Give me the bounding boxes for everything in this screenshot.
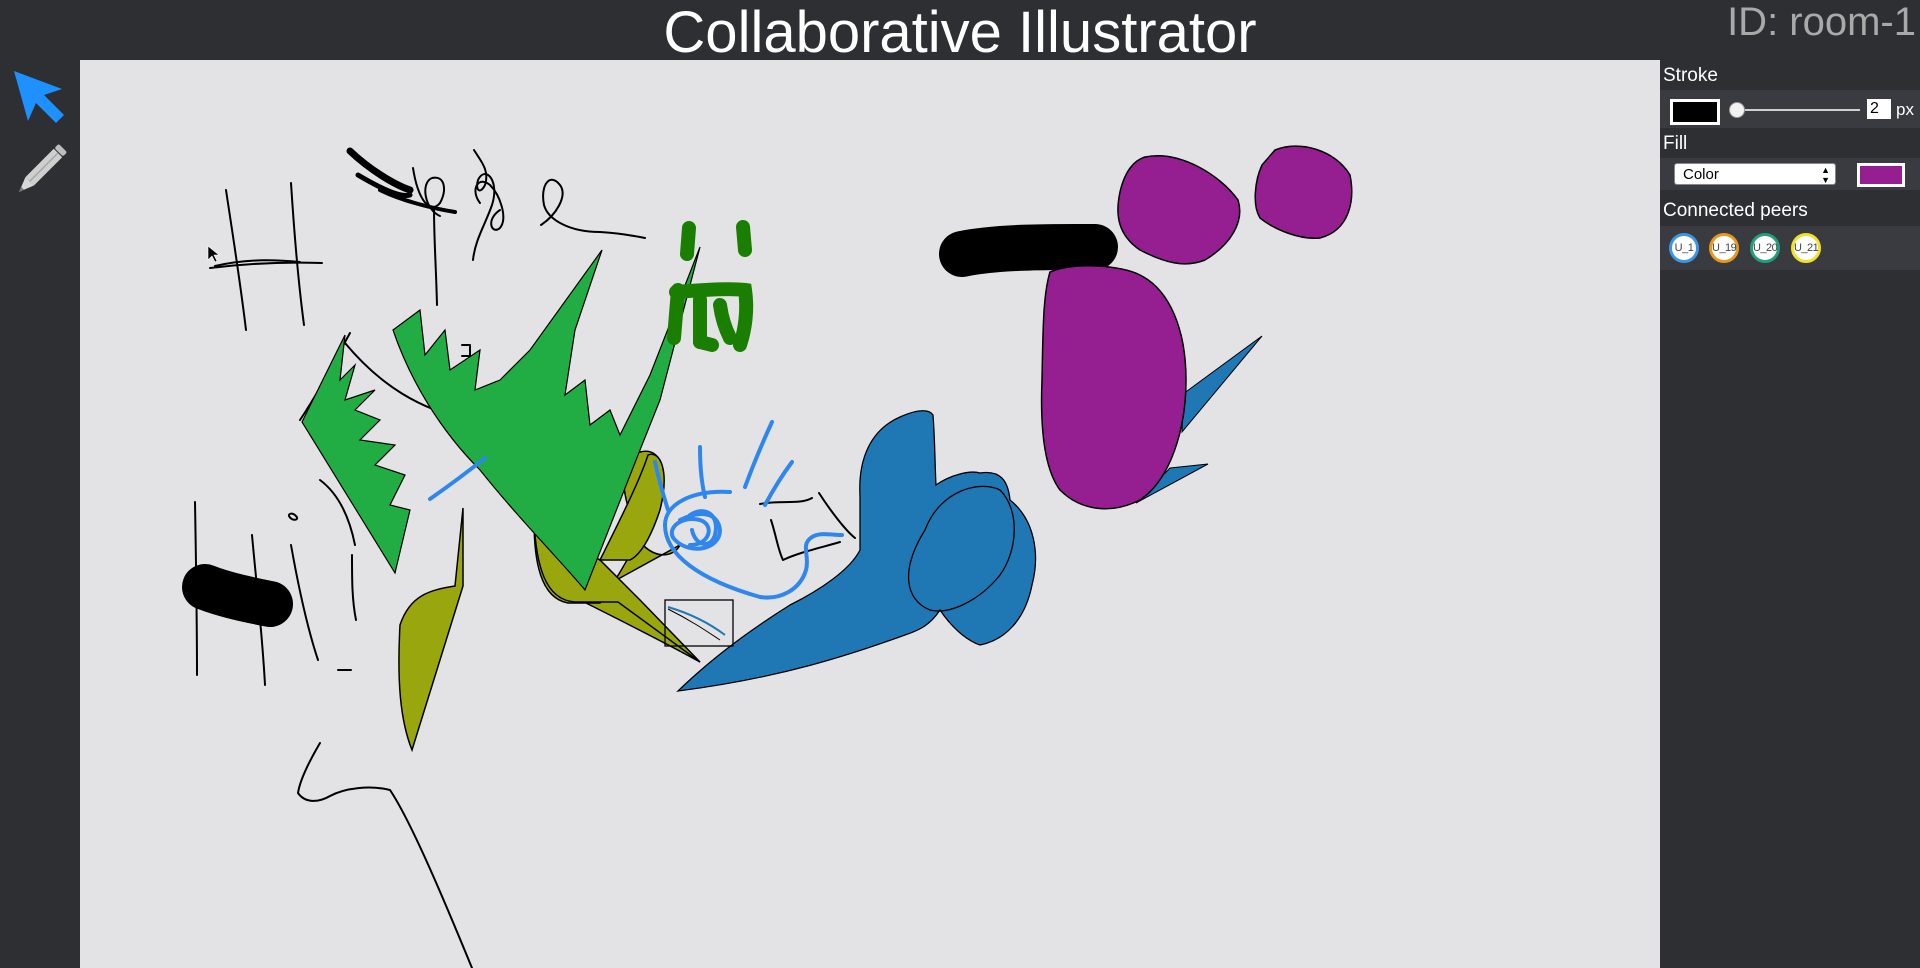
fill-section-title: Fill [1663,133,1688,154]
stroke-controls: 2 px [1660,90,1920,128]
properties-panel: Stroke 2 px Fill Color ▲ ▼ Connected peer… [1660,60,1920,968]
drawing-canvas[interactable] [80,60,1660,968]
peers-section-title: Connected peers [1663,200,1808,221]
stroke-width-slider-thumb[interactable] [1729,102,1745,118]
select-arrows-icon: ▲ ▼ [1821,165,1830,185]
drawing-surface[interactable] [80,60,1660,968]
app-header: Collaborative Illustrator ID: room-1 [0,0,1920,65]
room-id-label: ID: room-1 [1727,0,1916,44]
fill-color-swatch[interactable] [1857,163,1905,187]
fill-mode-value: Color [1683,166,1719,183]
stroke-width-unit: px [1896,100,1914,119]
peer-avatar-u21[interactable]: U_21 [1791,233,1821,263]
pencil-tool-button[interactable] [6,135,76,205]
tool-palette [0,60,80,968]
select-tool-button[interactable] [6,65,76,135]
stroke-color-swatch[interactable] [1670,99,1720,125]
stroke-width-slider-track[interactable] [1735,109,1860,111]
peer-avatar-u1[interactable]: U_1 [1669,233,1699,263]
stroke-section-title: Stroke [1663,65,1718,86]
peers-list: U_1 U_19 U_20 U_21 [1660,226,1920,270]
cursor-arrow-icon [14,71,64,123]
pencil-icon [19,144,67,192]
fill-mode-select[interactable]: Color ▲ ▼ [1674,163,1836,185]
fill-controls: Color ▲ ▼ [1660,158,1920,190]
peer-avatar-u20[interactable]: U_20 [1750,233,1780,263]
peer-avatar-u19[interactable]: U_19 [1709,233,1739,263]
app-title: Collaborative Illustrator [663,0,1257,65]
stroke-width-input[interactable]: 2 [1867,99,1891,119]
